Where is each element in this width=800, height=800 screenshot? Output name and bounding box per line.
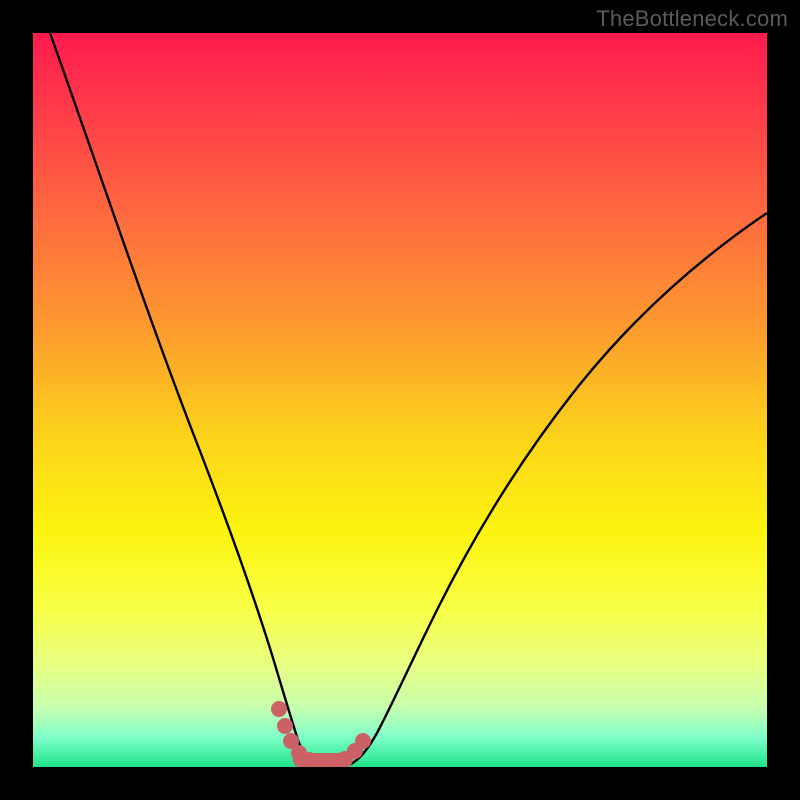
chart-frame: TheBottleneck.com <box>0 0 800 800</box>
valley-markers <box>271 701 371 767</box>
bottleneck-curve <box>50 33 767 767</box>
plot-area <box>33 33 767 767</box>
watermark-label: TheBottleneck.com <box>596 6 788 32</box>
chart-svg <box>33 33 767 767</box>
